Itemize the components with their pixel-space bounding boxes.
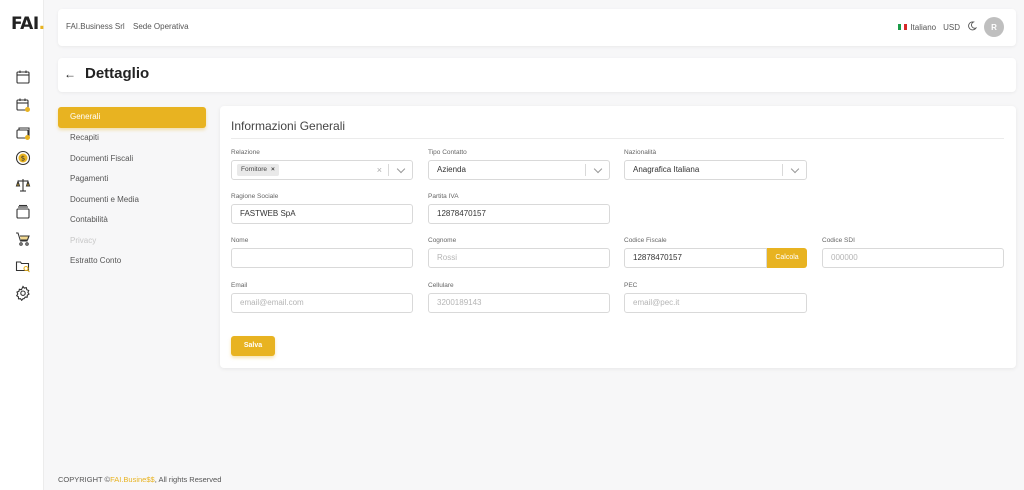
left-rail: FAI. $: [0, 0, 45, 490]
chevron-down-icon[interactable]: [593, 164, 603, 173]
calcola-button[interactable]: Calcola: [767, 248, 807, 268]
relazione-multiselect[interactable]: Fornitore × ×: [231, 160, 413, 180]
company-name[interactable]: FAI.Business Srl: [66, 22, 125, 31]
pec-label: PEC: [624, 282, 638, 289]
general-info-card: Informazioni Generali Relazione Fornitor…: [220, 106, 1016, 368]
scales-icon[interactable]: [15, 177, 31, 193]
select-separator: [585, 164, 586, 176]
email-input[interactable]: email@email.com: [231, 293, 413, 313]
footer-prefix: COPYRIGHT ©: [58, 475, 111, 484]
clear-icon[interactable]: ×: [377, 161, 382, 179]
card-divider: [231, 138, 1004, 139]
side-item-privacy: Privacy: [70, 235, 97, 245]
settings-gear-icon[interactable]: [15, 285, 31, 301]
email-label: Email: [231, 282, 248, 289]
relazione-label: Relazione: [231, 149, 260, 156]
svg-text:$: $: [21, 155, 25, 163]
select-separator: [782, 164, 783, 176]
folder-search-icon[interactable]: [15, 258, 31, 274]
nome-input[interactable]: [231, 248, 413, 268]
cellulare-input[interactable]: 3200189143: [428, 293, 610, 313]
side-item-documenti-fiscali[interactable]: Documenti Fiscali: [58, 149, 206, 170]
chevron-down-icon[interactable]: [790, 164, 800, 173]
chip-remove-icon[interactable]: ×: [271, 166, 275, 173]
relazione-chip: Fornitore ×: [237, 164, 279, 176]
partita-iva-input[interactable]: 12878470157: [428, 204, 610, 224]
codice-sdi-input[interactable]: 000000: [822, 248, 1004, 268]
back-arrow-icon[interactable]: ←: [64, 67, 76, 81]
nome-label: Nome: [231, 237, 249, 244]
detail-side-menu: Generali Recapiti Documenti Fiscali Paga…: [58, 107, 206, 272]
select-separator: [388, 164, 389, 176]
partita-iva-label: Partita IVA: [428, 193, 459, 200]
footer-brand-link[interactable]: FAI.Busine$$: [110, 475, 155, 484]
side-item-documenti-media[interactable]: Documenti e Media: [58, 190, 206, 211]
codice-sdi-label: Codice SDI: [822, 237, 855, 244]
calendar-icon[interactable]: [15, 69, 31, 85]
dollar-circle-icon[interactable]: $: [15, 150, 31, 166]
cart-icon[interactable]: [15, 231, 31, 247]
side-item-estratto-conto[interactable]: Estratto Conto: [58, 251, 206, 272]
tipo-contatto-label: Tipo Contatto: [428, 149, 467, 156]
cognome-input[interactable]: Rossi: [428, 248, 610, 268]
language-selector[interactable]: Italiano: [898, 23, 936, 32]
app-logo[interactable]: FAI.: [11, 14, 45, 34]
side-item-generali[interactable]: Generali: [58, 107, 206, 128]
side-item-contabilita[interactable]: Contabilità: [58, 210, 206, 231]
location-name[interactable]: Sede Operativa: [133, 22, 189, 31]
ragione-sociale-label: Ragione Sociale: [231, 193, 279, 200]
tipo-contatto-select[interactable]: Azienda: [428, 160, 610, 180]
user-avatar[interactable]: R: [984, 17, 1004, 37]
footer-suffix: , All rights Reserved: [154, 475, 222, 484]
chevron-down-icon[interactable]: [396, 164, 406, 173]
cellulare-label: Cellulare: [428, 282, 454, 289]
top-header: FAI.Business Srl Sede Operativa Italiano…: [58, 9, 1016, 46]
footer-copyright: COPYRIGHT ©FAI.Busine$$, All rights Rese…: [58, 475, 221, 484]
side-item-pagamenti[interactable]: Pagamenti: [58, 169, 206, 190]
codice-fiscale-label: Codice Fiscale: [624, 237, 667, 244]
italy-flag-icon: [898, 24, 908, 31]
nazionalita-select[interactable]: Anagrafica Italiana: [624, 160, 807, 180]
calendar-check-icon[interactable]: [15, 97, 31, 113]
page-title: Dettaglio: [85, 65, 150, 82]
page-title-bar: ← Dettaglio: [58, 58, 1016, 92]
archive-icon[interactable]: [15, 204, 31, 220]
nazionalita-label: Nazionalità: [624, 149, 657, 156]
currency-selector[interactable]: USD: [943, 23, 960, 32]
side-item-recapiti[interactable]: Recapiti: [58, 128, 206, 149]
save-button[interactable]: Salva: [231, 336, 275, 356]
pec-input[interactable]: email@pec.it: [624, 293, 807, 313]
codice-fiscale-input[interactable]: 12878470157: [624, 248, 767, 268]
cards-icon[interactable]: [15, 125, 31, 141]
card-title: Informazioni Generali: [231, 119, 346, 133]
dark-mode-moon-icon[interactable]: [967, 21, 978, 33]
ragione-sociale-input[interactable]: FASTWEB SpA: [231, 204, 413, 224]
cognome-label: Cognome: [428, 237, 457, 244]
